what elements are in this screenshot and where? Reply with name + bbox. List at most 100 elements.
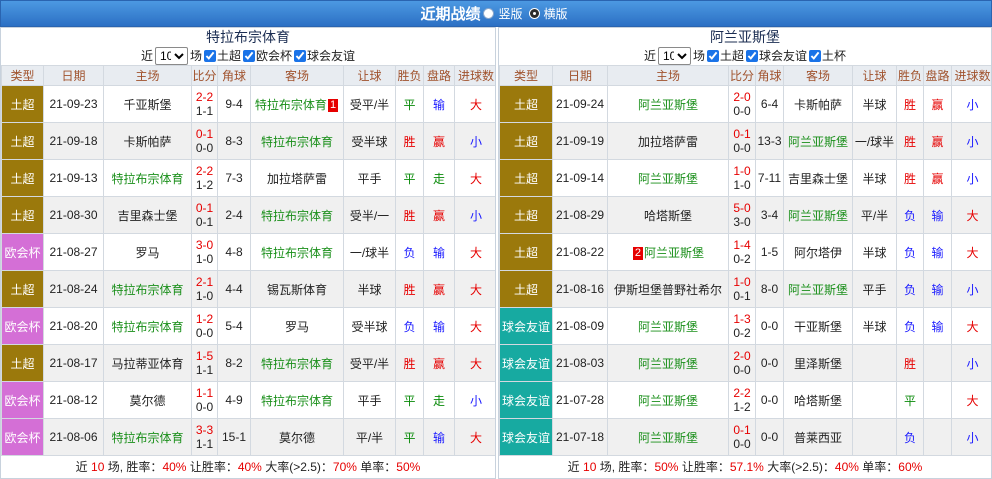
home-team-link[interactable]: 伊斯坦堡普野社希尔: [614, 283, 722, 297]
home-team-link[interactable]: 阿兰亚斯堡: [638, 172, 698, 186]
filter-option[interactable]: 球会友谊: [292, 47, 355, 64]
away-team-link[interactable]: 加拉塔萨雷: [267, 172, 327, 186]
away-team-link[interactable]: 卡斯帕萨: [794, 98, 842, 112]
score-cell: 0-1 0-0: [191, 122, 218, 160]
result-cell: 负: [896, 233, 924, 271]
home-team-link[interactable]: 罗马: [135, 246, 159, 260]
full-time-score[interactable]: 1-4: [730, 238, 755, 252]
away-team-link[interactable]: 特拉布宗体育: [261, 357, 333, 371]
layout-option-vertical[interactable]: 竖版: [481, 5, 523, 22]
handicap-result-cell: 输: [423, 307, 455, 345]
away-team-cell: 莫尔德: [250, 418, 344, 456]
away-team-link[interactable]: 阿尔塔伊: [794, 246, 842, 260]
home-team-link[interactable]: 特拉布宗体育: [111, 431, 183, 445]
away-team-link[interactable]: 里泽斯堡: [794, 357, 842, 371]
full-time-score[interactable]: 0-1: [730, 127, 755, 141]
handicap-result-cell: 赢: [923, 85, 952, 123]
away-team-link[interactable]: 特拉布宗体育: [261, 135, 333, 149]
full-time-score[interactable]: 0-1: [193, 201, 217, 215]
goals-cell: 小: [951, 159, 991, 197]
away-team-link[interactable]: 阿兰亚斯堡: [788, 283, 848, 297]
full-time-score[interactable]: 1-3: [730, 312, 755, 326]
filter-option[interactable]: 球会友谊: [744, 47, 807, 64]
home-team-link[interactable]: 阿兰亚斯堡: [638, 98, 698, 112]
layout-option-horizontal[interactable]: 横版: [527, 5, 568, 22]
match-date-cell: 21-09-23: [43, 85, 104, 123]
filter-option[interactable]: 欧会杯: [241, 47, 292, 64]
full-time-score[interactable]: 1-0: [730, 164, 755, 178]
table-header-row: 类型 日期 主场 比分 角球 客场 让球 胜负 盘路 进球数: [499, 65, 991, 86]
away-team-link[interactable]: 吉里森士堡: [788, 172, 848, 186]
away-team-link[interactable]: 特拉布宗体育: [255, 98, 327, 112]
match-date-cell: 21-08-27: [43, 233, 104, 271]
corner-cell: 15-1: [217, 418, 251, 456]
full-time-score[interactable]: 3-3: [193, 423, 217, 437]
home-team-link[interactable]: 阿兰亚斯堡: [644, 246, 704, 260]
match-table-body: 土超 21-09-23 千亚斯堡 2-2 1-1 9-4 特拉布宗体育 1 受平/半平输大土超 2…: [1, 85, 495, 456]
home-team-link[interactable]: 千亚斯堡: [123, 98, 171, 112]
filter-checkbox[interactable]: [243, 49, 255, 62]
filter-checkbox[interactable]: [809, 49, 822, 62]
full-time-score[interactable]: 1-2: [193, 312, 217, 326]
filter-option[interactable]: 土杯: [807, 47, 846, 64]
away-team-link[interactable]: 罗马: [285, 320, 309, 334]
home-team-link[interactable]: 阿兰亚斯堡: [638, 394, 698, 408]
filter-checkbox[interactable]: [294, 49, 307, 62]
full-time-score[interactable]: 5-0: [730, 201, 755, 215]
home-team-link[interactable]: 马拉蒂亚体育: [111, 357, 183, 371]
goals-cell: 小: [951, 344, 991, 382]
full-time-score[interactable]: 2-2: [193, 90, 217, 104]
match-row: 球会友谊 21-07-28 阿兰亚斯堡 2-2 1-2 0-0 哈塔斯堡平大: [499, 381, 991, 419]
filter-option[interactable]: 土超: [202, 47, 241, 64]
full-time-score[interactable]: 0-1: [730, 423, 755, 437]
home-team-cell: 马拉蒂亚体育: [103, 344, 192, 382]
full-time-score[interactable]: 3-0: [193, 238, 217, 252]
away-team-link[interactable]: 锡瓦斯体育: [267, 283, 327, 297]
handicap-result-cell: [923, 344, 952, 382]
away-team-link[interactable]: 阿兰亚斯堡: [788, 135, 848, 149]
stat-label: 单率：: [360, 460, 397, 474]
match-count-select[interactable]: 10: [154, 46, 188, 65]
home-team-link[interactable]: 加拉塔萨雷: [638, 135, 698, 149]
full-time-score[interactable]: 2-1: [193, 275, 217, 289]
filter-checkbox[interactable]: [706, 49, 719, 62]
home-team-link[interactable]: 阿兰亚斯堡: [638, 320, 698, 334]
handicap-result-cell: 走: [423, 381, 455, 419]
home-team-link[interactable]: 卡斯帕萨: [123, 135, 171, 149]
filter-option[interactable]: 土超: [705, 47, 744, 64]
away-team-link[interactable]: 莫尔德: [279, 431, 315, 445]
home-team-link[interactable]: 莫尔德: [129, 394, 165, 408]
full-time-score[interactable]: 1-5: [193, 349, 217, 363]
full-time-score[interactable]: 2-0: [730, 349, 755, 363]
away-team-link[interactable]: 普莱西亚: [794, 431, 842, 445]
away-team-link[interactable]: 干亚斯堡: [794, 320, 842, 334]
handicap-cell: [852, 381, 897, 419]
home-team-link[interactable]: 哈塔斯堡: [644, 209, 692, 223]
filter-checkbox[interactable]: [746, 49, 758, 62]
match-row: 土超 21-09-23 千亚斯堡 2-2 1-1 9-4 特拉布宗体育 1 受平/半平输大: [1, 85, 495, 123]
away-team-link[interactable]: 特拉布宗体育: [261, 246, 333, 260]
home-team-link[interactable]: 阿兰亚斯堡: [638, 357, 698, 371]
full-time-score[interactable]: 2-2: [730, 386, 755, 400]
home-team-link[interactable]: 特拉布宗体育: [111, 320, 183, 334]
layout-horizontal-radio[interactable]: [528, 8, 540, 19]
half-time-score: 0-1: [733, 289, 751, 303]
full-time-score[interactable]: 1-1: [193, 386, 217, 400]
away-team-link[interactable]: 特拉布宗体育: [261, 209, 333, 223]
home-team-link[interactable]: 特拉布宗体育: [111, 283, 183, 297]
home-team-link[interactable]: 阿兰亚斯堡: [638, 431, 698, 445]
match-count-select[interactable]: 10: [657, 46, 691, 65]
away-team-link[interactable]: 阿兰亚斯堡: [788, 209, 848, 223]
away-team-link[interactable]: 特拉布宗体育: [261, 394, 333, 408]
home-team-cell: 吉里森士堡: [103, 196, 192, 234]
layout-vertical-radio[interactable]: [483, 8, 495, 19]
half-time-score: 0-2: [733, 326, 751, 340]
full-time-score[interactable]: 2-0: [730, 90, 755, 104]
home-team-link[interactable]: 特拉布宗体育: [111, 172, 183, 186]
home-team-link[interactable]: 吉里森士堡: [117, 209, 177, 223]
full-time-score[interactable]: 1-0: [730, 275, 755, 289]
full-time-score[interactable]: 2-2: [193, 164, 217, 178]
away-team-link[interactable]: 哈塔斯堡: [794, 394, 842, 408]
filter-checkbox[interactable]: [203, 49, 216, 62]
full-time-score[interactable]: 0-1: [193, 127, 217, 141]
